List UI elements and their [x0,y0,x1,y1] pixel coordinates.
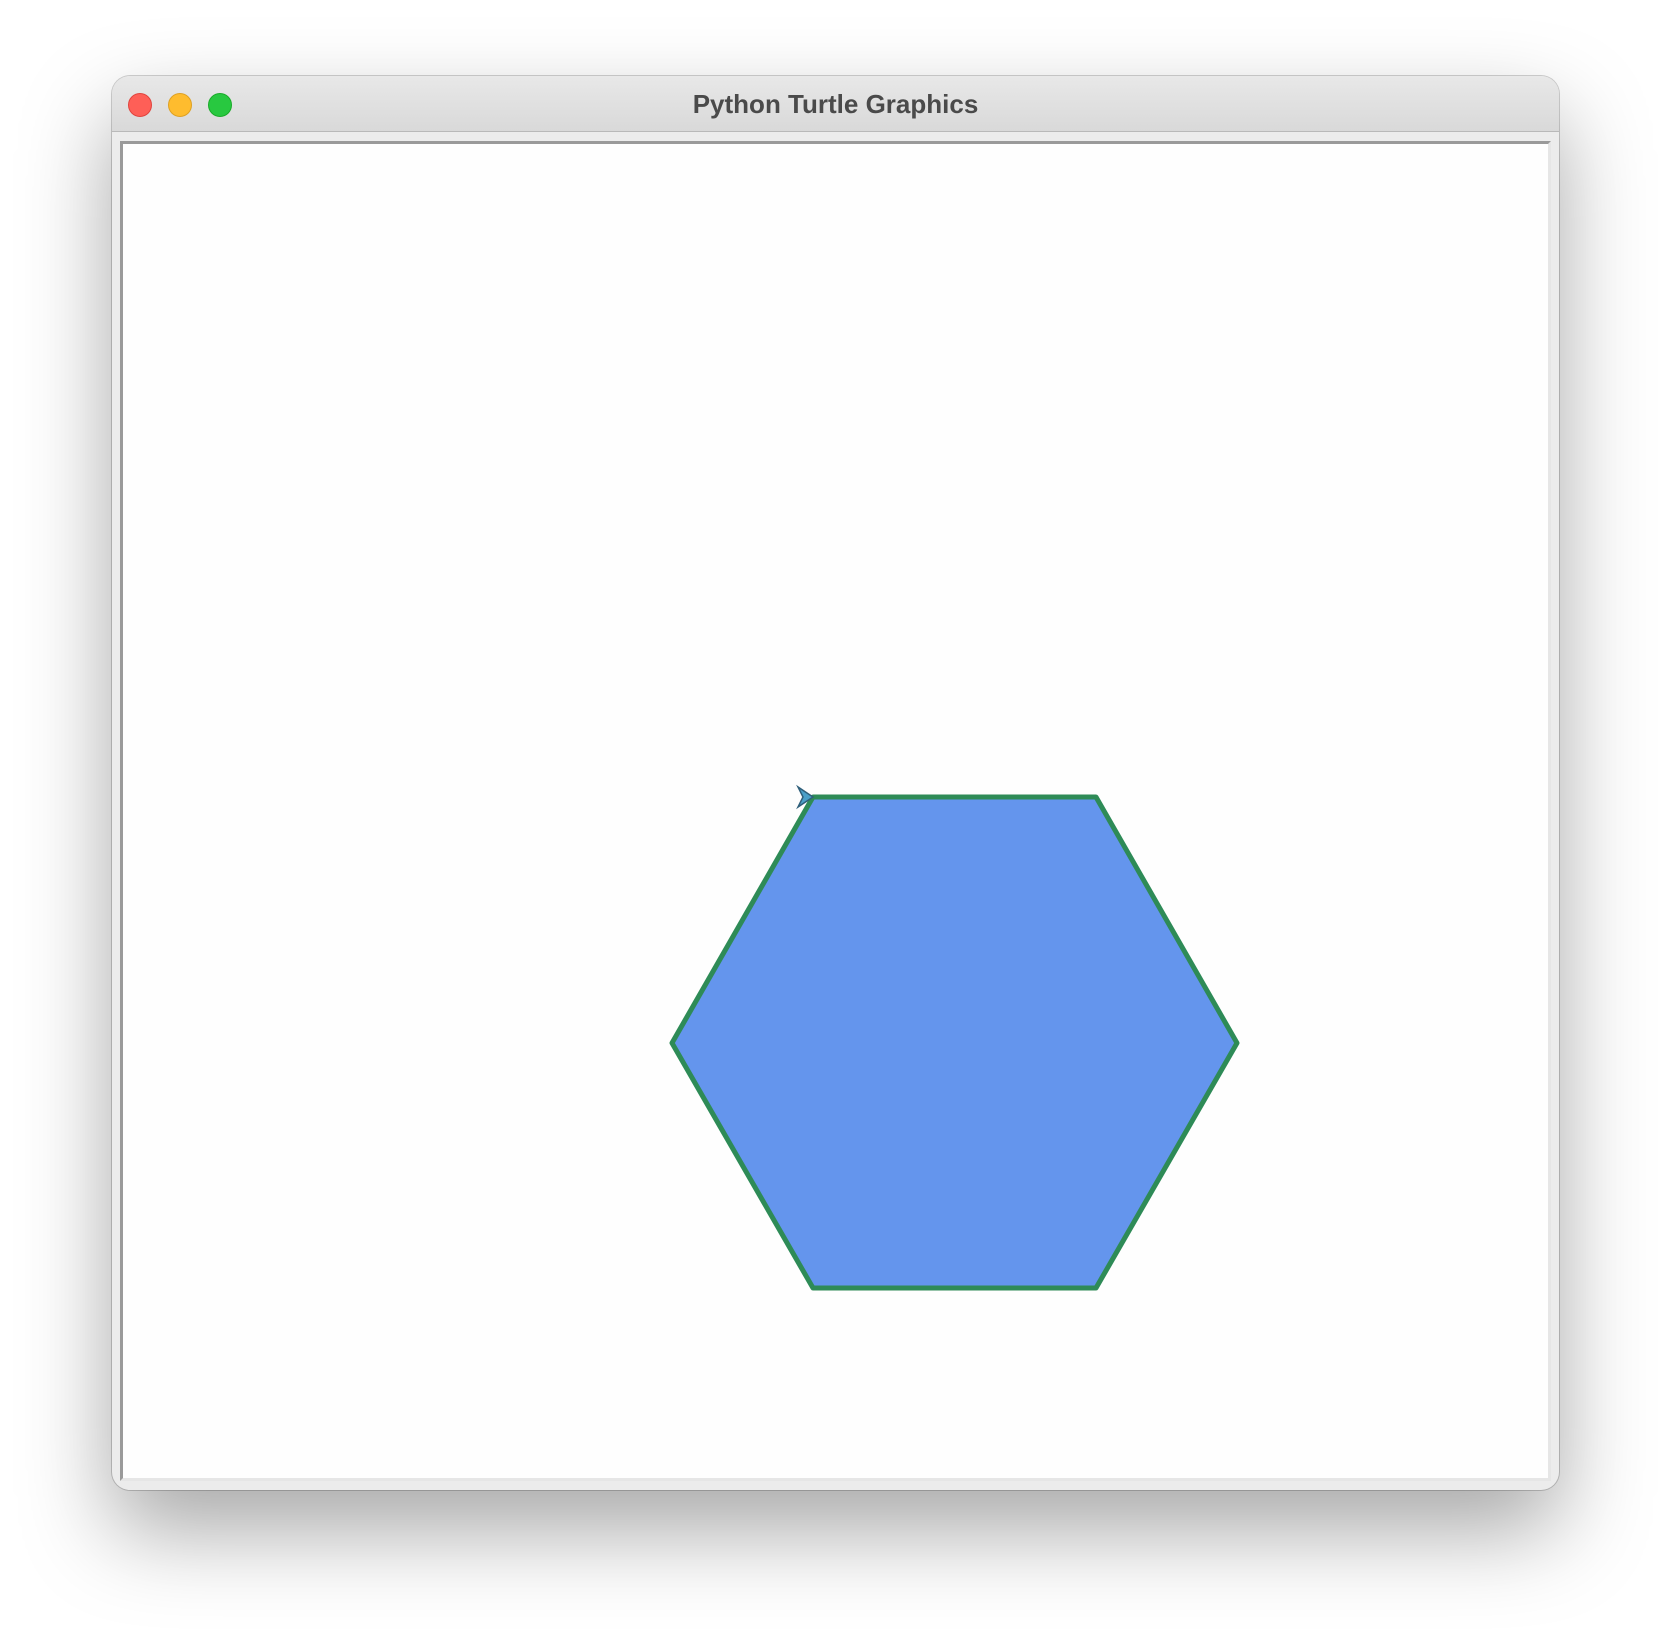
canvas-svg [669,784,1240,1291]
turtle-canvas[interactable] [120,141,1551,1481]
title-bar[interactable]: Python Turtle Graphics [112,76,1559,132]
hexagon-shape [669,794,1240,1291]
window-title: Python Turtle Graphics [692,89,979,119]
turtle-window: Python Turtle Graphics [112,76,1559,1490]
